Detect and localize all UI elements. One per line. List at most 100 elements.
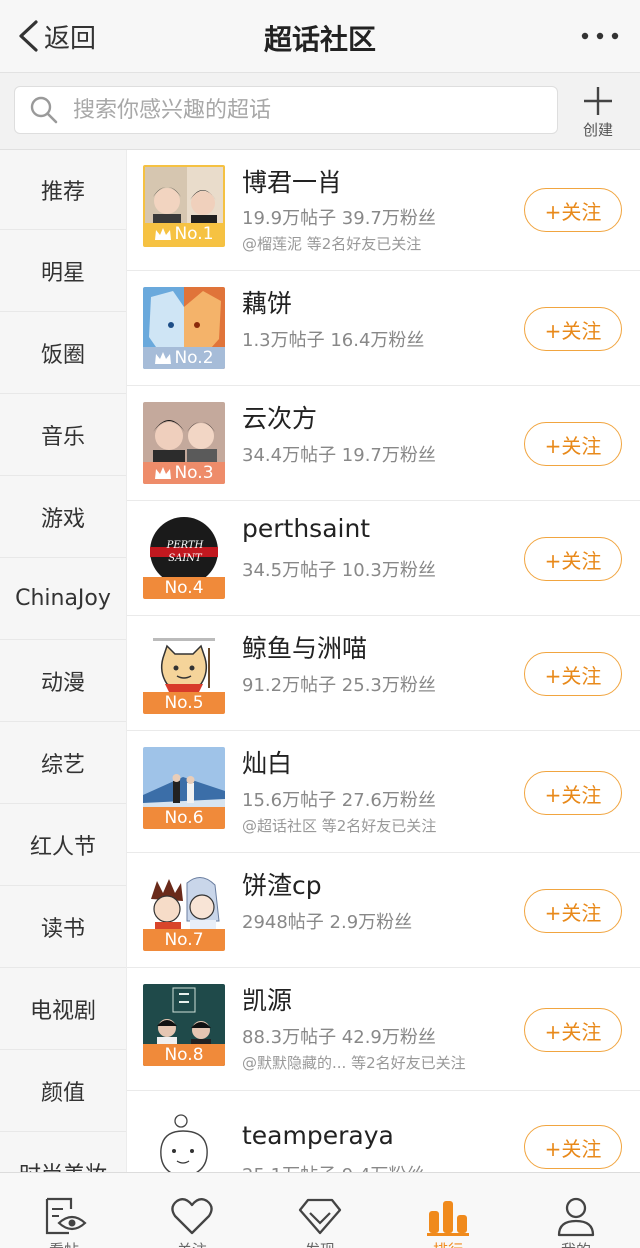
list-item[interactable]: No.1 博君一肖 19.9万帖子 39.7万粉丝 @榴莲泥 等2名好友已关注 … [127, 150, 640, 271]
community-avatar: No.7 [143, 869, 225, 951]
list-item[interactable]: No.8 凯源 88.3万帖子 42.9万粉丝 @默默隐藏的... 等2名好友已… [127, 968, 640, 1091]
friends-following: @超话社区 等2名好友已关注 [242, 817, 437, 835]
search-bar: 创建 [0, 73, 640, 150]
tab-following[interactable]: 关注 [128, 1173, 256, 1248]
cartoon-sketch-thumbnail [143, 1113, 225, 1172]
sidebar-item-fashion[interactable]: 时尚美妆 [0, 1132, 126, 1173]
heart-icon [171, 1198, 213, 1235]
follow-button[interactable]: +关注 [524, 1008, 622, 1052]
crown-icon [155, 352, 172, 364]
search-icon [30, 96, 58, 124]
list-item[interactable]: No.3 云次方 34.4万帖子 19.7万粉丝 +关注 [127, 386, 640, 501]
tab-me[interactable]: 我的 [512, 1173, 640, 1248]
rank-label: No.2 [174, 348, 214, 368]
community-avatar: No.3 [143, 402, 225, 484]
friends-following: @默默隐藏的... 等2名好友已关注 [242, 1054, 466, 1072]
community-avatar: No.1 [143, 165, 225, 247]
sidebar-item-stars[interactable]: 明星 [0, 230, 126, 312]
bar-chart-icon [427, 1201, 469, 1236]
list-item[interactable]: No.6 灿白 15.6万帖子 27.6万粉丝 @超话社区 等2名好友已关注 +… [127, 731, 640, 853]
follow-button[interactable]: +关注 [524, 652, 622, 696]
rank-badge: No.6 [143, 807, 225, 829]
community-stats: 91.2万帖子 25.3万粉丝 [242, 675, 436, 696]
community-stats: 88.3万帖子 42.9万粉丝 [242, 1027, 436, 1048]
sidebar-item-music[interactable]: 音乐 [0, 394, 126, 476]
nav-bar: 返回 超话社区 [0, 0, 640, 73]
search-box[interactable] [14, 86, 558, 134]
diamond-icon [298, 1198, 342, 1235]
community-avatar: No.8 [143, 984, 225, 1066]
logo-text: PERTH SAINT [166, 540, 204, 564]
follow-button[interactable]: +关注 [524, 307, 622, 351]
community-stats: 25.1万帖子 9.4万粉丝 [242, 1161, 424, 1172]
list-item[interactable]: teamperaya 25.1万帖子 9.4万粉丝 +关注 [127, 1091, 640, 1172]
create-button[interactable]: 创建 [570, 83, 626, 143]
crown-icon [155, 467, 172, 479]
community-name: perthsaint [242, 514, 371, 543]
rank-label: No.7 [164, 930, 204, 950]
chevron-left-icon [19, 20, 38, 52]
community-name: 灿白 [242, 749, 293, 778]
sidebar-item-reading[interactable]: 读书 [0, 886, 126, 968]
community-name: 凯源 [242, 986, 293, 1015]
community-stats: 34.5万帖子 10.3万粉丝 [242, 560, 436, 581]
community-avatar: No.5 [143, 632, 225, 714]
rank-badge: No.4 [143, 577, 225, 599]
community-avatar [143, 1113, 225, 1172]
list-item[interactable]: No.2 藕饼 1.3万帖子 16.4万粉丝 +关注 [127, 271, 640, 386]
plus-icon [584, 87, 612, 115]
rank-badge: No.5 [143, 692, 225, 714]
community-name: 博君一肖 [242, 168, 343, 197]
search-input[interactable] [71, 96, 515, 124]
rank-label: No.5 [164, 693, 204, 713]
more-button[interactable] [580, 28, 620, 44]
follow-button[interactable]: +关注 [524, 771, 622, 815]
rank-label: No.6 [164, 808, 204, 828]
follow-button[interactable]: +关注 [524, 537, 622, 581]
community-name: 藕饼 [242, 289, 293, 318]
community-avatar: No.2 [143, 287, 225, 369]
more-dots-icon [581, 32, 619, 40]
category-sidebar: 推荐 明星 饭圈 音乐 游戏 ChinaJoy 动漫 综艺 红人节 读书 电视剧… [0, 150, 127, 1172]
person-icon [557, 1197, 595, 1237]
friends-following: @榴莲泥 等2名好友已关注 [242, 235, 422, 253]
sidebar-item-looks[interactable]: 颜值 [0, 1050, 126, 1132]
community-name: 饼渣cp [242, 871, 322, 900]
sidebar-item-tv-drama[interactable]: 电视剧 [0, 968, 126, 1050]
community-stats: 34.4万帖子 19.7万粉丝 [242, 445, 436, 466]
back-button[interactable]: 返回 [16, 16, 96, 56]
sidebar-item-anime[interactable]: 动漫 [0, 640, 126, 722]
community-stats: 2948帖子 2.9万粉丝 [242, 912, 413, 933]
crown-icon [155, 228, 172, 240]
list-item[interactable]: No.5 鲸鱼与洲喵 91.2万帖子 25.3万粉丝 +关注 [127, 616, 640, 731]
back-label: 返回 [44, 23, 97, 54]
list-item[interactable]: No.7 饼渣cp 2948帖子 2.9万粉丝 +关注 [127, 853, 640, 968]
follow-button[interactable]: +关注 [524, 188, 622, 232]
tab-posts[interactable]: 看帖 [0, 1173, 128, 1248]
sidebar-item-chinajoy[interactable]: ChinaJoy [0, 558, 126, 640]
tab-bar: 看帖 关注 发现 排行 我的 [0, 1172, 640, 1248]
sidebar-item-recommend[interactable]: 推荐 [0, 150, 126, 230]
community-list: No.1 博君一肖 19.9万帖子 39.7万粉丝 @榴莲泥 等2名好友已关注 … [127, 150, 640, 1172]
follow-button[interactable]: +关注 [524, 422, 622, 466]
sidebar-item-games[interactable]: 游戏 [0, 476, 126, 558]
community-avatar: No.6 [143, 747, 225, 829]
tab-ranking[interactable]: 排行 [384, 1173, 512, 1248]
community-stats: 15.6万帖子 27.6万粉丝 [242, 790, 436, 811]
sidebar-item-fandom[interactable]: 饭圈 [0, 312, 126, 394]
rank-label: No.3 [174, 463, 214, 483]
follow-button[interactable]: +关注 [524, 1125, 622, 1169]
sidebar-item-influencer[interactable]: 红人节 [0, 804, 126, 886]
community-name: 鲸鱼与洲喵 [242, 634, 368, 663]
list-item[interactable]: PERTH SAINT No.4 perthsaint 34.5万帖子 10.3… [127, 501, 640, 616]
rank-badge: No.8 [143, 1044, 225, 1066]
rank-label: No.1 [174, 224, 214, 244]
rank-badge: No.7 [143, 929, 225, 951]
create-label: 创建 [582, 121, 613, 139]
rank-label: No.4 [164, 578, 204, 598]
tab-discover[interactable]: 发现 [256, 1173, 384, 1248]
rank-badge: No.1 [145, 223, 223, 245]
follow-button[interactable]: +关注 [524, 889, 622, 933]
community-name: teamperaya [242, 1121, 394, 1150]
sidebar-item-variety[interactable]: 综艺 [0, 722, 126, 804]
